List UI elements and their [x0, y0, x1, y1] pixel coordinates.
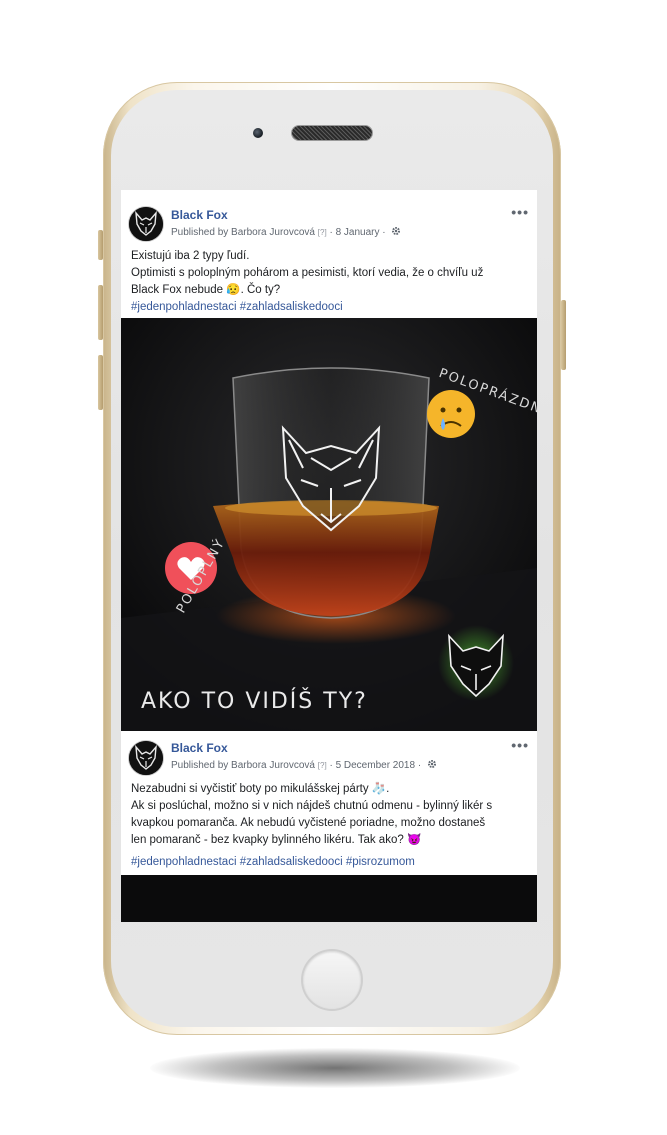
page-name[interactable]: Black Fox	[171, 208, 228, 222]
help-marker[interactable]: [?]	[318, 761, 327, 770]
post-image[interactable]: AKO TO VIDÍŠ TY? POLOPRÁZDNY POLOPLNÝ	[121, 318, 537, 731]
post-header: Black Fox Published by Barbora Jurovcová…	[121, 190, 537, 241]
post-2: Black Fox Published by Barbora Jurovcová…	[121, 731, 537, 922]
post-image-partial[interactable]	[121, 875, 537, 922]
page-name[interactable]: Black Fox	[171, 741, 228, 755]
help-marker[interactable]: [?]	[318, 228, 327, 237]
post-line: Existujú iba 2 typy ľudí.	[131, 250, 250, 262]
published-by[interactable]: Published by Barbora Jurovcová	[171, 760, 315, 771]
volume-down-button	[98, 355, 103, 410]
more-dots-icon[interactable]: •••	[511, 737, 529, 753]
phone-shadow	[150, 1048, 520, 1088]
post-header: Black Fox Published by Barbora Jurovcová…	[121, 731, 537, 779]
mute-switch	[98, 230, 103, 260]
earpiece-speaker	[292, 126, 372, 140]
sad-emoji-icon	[427, 390, 475, 438]
post-1: Black Fox Published by Barbora Jurovcová…	[121, 190, 537, 731]
more-dots-icon[interactable]: •••	[511, 204, 529, 220]
post-date[interactable]: 5 December 2018	[336, 760, 416, 771]
facebook-feed: Black Fox Published by Barbora Jurovcová…	[121, 190, 537, 922]
post-meta: Published by Barbora Jurovcová [?] · 5 D…	[171, 759, 437, 771]
post-line: Optimisti s poloplným pohárom a pesimist…	[131, 267, 484, 279]
front-camera	[253, 128, 263, 138]
published-by[interactable]: Published by Barbora Jurovcová	[171, 227, 315, 238]
post-date[interactable]: 8 January	[336, 227, 380, 238]
avatar[interactable]	[129, 207, 163, 241]
hashtags[interactable]: #jedenpohladnestaci #zahladsaliskedooci	[131, 299, 483, 316]
volume-up-button	[98, 285, 103, 340]
post-line: Nezabudni si vyčistiť boty po mikulášske…	[131, 783, 390, 795]
post-line: kvapkou pomaranča. Ak nebudú vyčistené p…	[131, 817, 486, 829]
power-button	[561, 300, 566, 370]
image-caption: AKO TO VIDÍŠ TY?	[141, 688, 368, 714]
post-line: len pomaranč - bez kvapky bylinného liké…	[131, 834, 422, 846]
post-meta: Published by Barbora Jurovcová [?] · 8 J…	[171, 226, 401, 238]
post-text: Nezabudni si vyčistiť boty po mikulášske…	[121, 781, 502, 871]
post-text: Existujú iba 2 typy ľudí. Optimisti s po…	[121, 248, 493, 316]
post-line: Black Fox nebude 😥. Čo ty?	[131, 284, 281, 296]
avatar[interactable]	[129, 741, 163, 775]
hashtags[interactable]: #jedenpohladnestaci #zahladsaliskedooci …	[131, 854, 492, 871]
gear-icon[interactable]	[427, 759, 437, 769]
gear-icon[interactable]	[391, 226, 401, 236]
post-line: Ak si poslúchal, možno si v nich nájdeš …	[131, 800, 493, 812]
home-button[interactable]	[303, 951, 361, 1009]
